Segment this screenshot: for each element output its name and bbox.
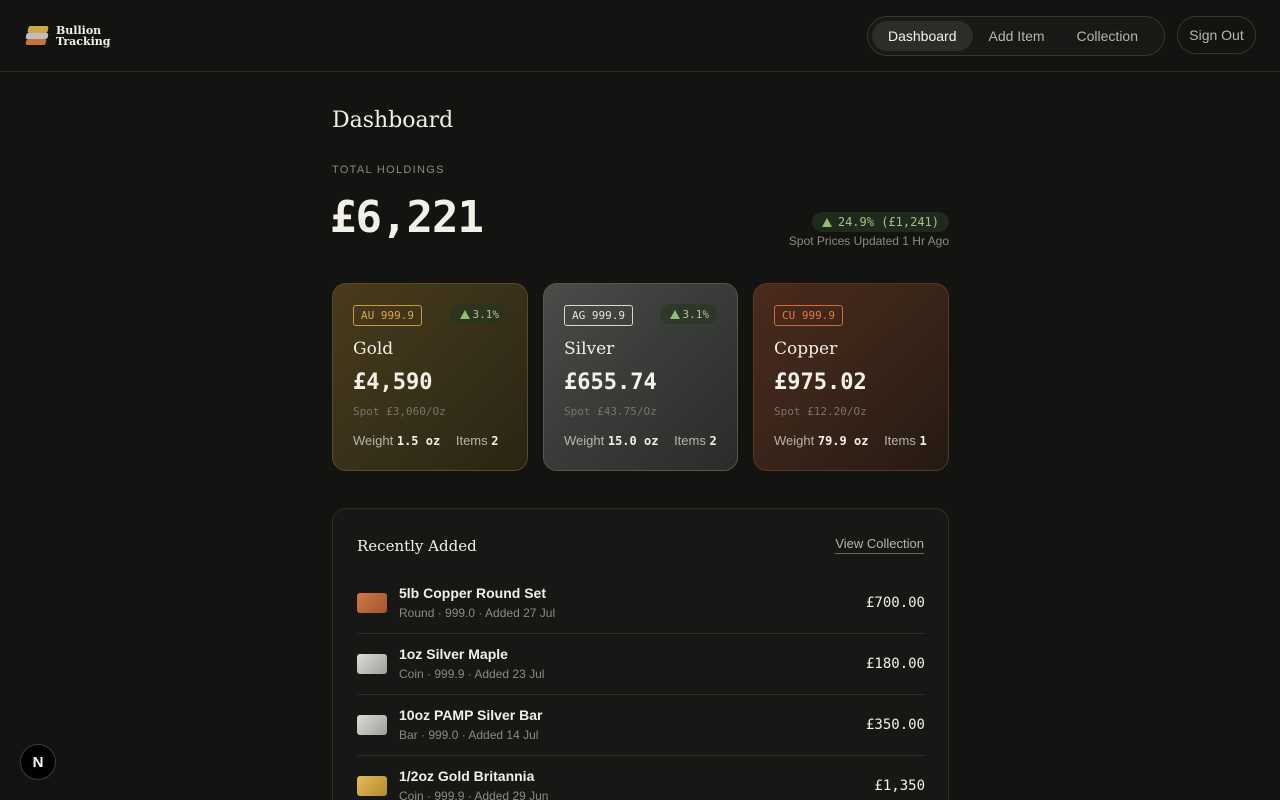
weight-value: 15.0 oz [607,434,659,448]
item-name: 1oz Silver Maple [399,646,508,662]
item-meta: Round · 999.0 · Added 27 Jul [399,606,556,620]
main-nav: Dashboard Add Item Collection [867,16,1165,56]
arrow-up-icon [669,309,680,319]
arrow-up-icon [821,217,832,227]
sign-out-button[interactable]: Sign Out [1177,16,1256,54]
recently-added-panel: Recently Added View Collection 5lb Coppe… [332,508,949,800]
metal-meta: Weight 1.5 oz Items 2 [353,433,499,448]
view-collection-link[interactable]: View Collection [835,536,924,554]
recently-added-title: Recently Added [357,537,477,555]
weight-value: 79.9 oz [817,434,869,448]
arrow-up-icon [459,309,470,319]
brand-logo[interactable]: Bullion Tracking [25,24,111,48]
list-item[interactable]: 5lb Copper Round Set Round · 999.0 · Add… [357,573,925,634]
top-bar: Bullion Tracking Dashboard Add Item Coll… [0,0,1280,72]
metal-spot-price: Spot £12.20/Oz [774,405,867,418]
item-value: £700.00 [865,595,925,611]
holdings-change-text: 24.9% (£1,241) [837,215,939,229]
purity-badge: AU 999.9 [353,305,422,326]
items-value: 2 [709,434,717,448]
purity-badge: AG 999.9 [564,305,633,326]
metal-value: £975.02 [774,370,867,395]
items-value: 1 [919,434,927,448]
purity-badge: CU 999.9 [774,305,843,326]
metal-meta: Weight 15.0 oz Items 2 [564,433,717,448]
item-value: £1,350 [874,778,925,794]
metal-change-text: 3.1% [682,307,710,321]
weight-value: 1.5 oz [396,434,441,448]
metal-change-text: 3.1% [472,307,500,321]
page-title: Dashboard [332,108,454,133]
item-name: 1/2oz Gold Britannia [399,768,535,784]
total-holdings-value: £6,221 [330,192,484,243]
brand-line-2: Tracking [56,35,111,48]
weight-label: Weight [353,433,394,448]
metal-value: £655.74 [564,370,657,395]
metal-value: £4,590 [353,370,433,395]
item-meta: Coin · 999.9 · Added 29 Jun [399,789,549,800]
gold-item-thumbnail [357,776,387,796]
holdings-change-badge: 24.9% (£1,241) [811,212,949,232]
metal-name: Gold [353,339,394,359]
list-item[interactable]: 10oz PAMP Silver Bar Bar · 999.0 · Added… [357,695,925,756]
nav-dashboard[interactable]: Dashboard [872,21,973,51]
item-name: 5lb Copper Round Set [399,585,546,601]
metal-spot-price: Spot £3,060/Oz [353,405,446,418]
item-meta: Coin · 999.9 · Added 23 Jul [399,667,545,681]
nav-collection[interactable]: Collection [1061,21,1154,51]
nav-add-item[interactable]: Add Item [973,21,1061,51]
metal-card-silver[interactable]: AG 999.9 3.1% Silver £655.74 Spot £43.75… [543,283,738,471]
metal-change-badge: 3.1% [659,304,717,324]
list-item[interactable]: 1/2oz Gold Britannia Coin · 999.9 · Adde… [357,756,925,800]
bullion-bars-icon [25,24,50,48]
weight-label: Weight [564,433,605,448]
silver-item-thumbnail [357,654,387,674]
items-label: Items [674,433,706,448]
metal-spot-price: Spot £43.75/Oz [564,405,657,418]
items-label: Items [884,433,916,448]
metal-card-gold[interactable]: AU 999.9 3.1% Gold £4,590 Spot £3,060/Oz… [332,283,528,471]
metal-card-copper[interactable]: CU 999.9 Copper £975.02 Spot £12.20/Oz W… [753,283,949,471]
metal-name: Silver [564,339,615,359]
total-holdings-label: TOTAL HOLDINGS [332,164,445,176]
item-name: 10oz PAMP Silver Bar [399,707,543,723]
metal-meta: Weight 79.9 oz Items 1 [774,433,927,448]
list-item[interactable]: 1oz Silver Maple Coin · 999.9 · Added 23… [357,634,925,695]
weight-label: Weight [774,433,815,448]
item-value: £350.00 [865,717,925,733]
brand-name: Bullion Tracking [56,25,111,47]
items-value: 2 [491,434,499,448]
silver-item-thumbnail [357,715,387,735]
item-meta: Bar · 999.0 · Added 14 Jul [399,728,539,742]
metal-name: Copper [774,339,838,359]
metal-change-badge: 3.1% [449,304,507,324]
copper-item-thumbnail [357,593,387,613]
items-label: Items [455,433,488,448]
spot-updated-text: Spot Prices Updated 1 Hr Ago [788,234,949,248]
item-value: £180.00 [865,656,925,672]
dev-tools-badge[interactable]: N [20,744,56,780]
